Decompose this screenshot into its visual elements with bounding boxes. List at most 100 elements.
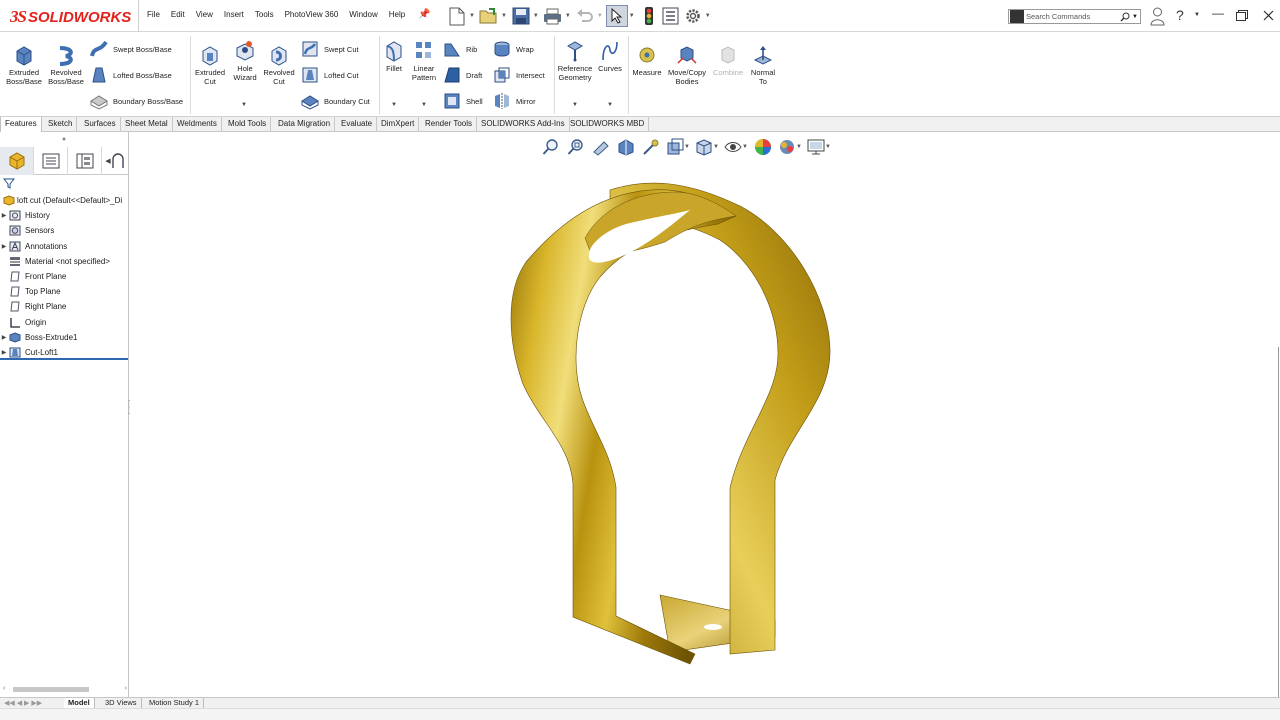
menu-file[interactable]: File — [147, 10, 160, 19]
lofted-cut-button[interactable]: Lofted Cut — [301, 66, 359, 84]
chevron-down-icon[interactable]: ▼ — [629, 13, 635, 19]
wrap-button[interactable]: Wrap — [493, 40, 534, 58]
chevron-down-icon[interactable]: ▼ — [391, 102, 397, 108]
configuration-manager-tab[interactable] — [68, 147, 102, 175]
chevron-down-icon[interactable]: ▼ — [533, 13, 539, 19]
scrollbar-thumb[interactable] — [13, 687, 89, 692]
rebuild-traffic-light-icon[interactable] — [638, 5, 660, 27]
open-folder-icon[interactable] — [478, 5, 500, 27]
close-icon[interactable] — [1263, 10, 1274, 21]
menu-edit[interactable]: Edit — [171, 10, 185, 19]
chevron-down-icon[interactable]: ▼ — [1132, 14, 1138, 20]
menu-photoview[interactable]: PhotoView 360 — [285, 10, 339, 19]
tree-item-material[interactable]: Material <not specified> — [0, 254, 128, 269]
curves-button[interactable]: Curves — [596, 40, 624, 73]
move-copy-bodies-button[interactable]: Move/Copy Bodies — [665, 44, 709, 86]
tab-scroll-arrows-icon[interactable]: ◀◀ ◀ ▶ ▶▶ — [4, 699, 42, 707]
file-properties-icon[interactable] — [660, 5, 682, 27]
measure-button[interactable]: Measure — [630, 44, 664, 77]
tab-mold-tools[interactable]: Mold Tools — [224, 117, 272, 132]
tree-item-annotations[interactable]: ▶ Annotations — [0, 239, 128, 254]
chevron-down-icon[interactable]: ▼ — [607, 102, 613, 108]
tab-dimxpert[interactable]: DimXpert — [377, 117, 420, 132]
chevron-down-icon[interactable]: ▼ — [501, 13, 507, 19]
magnifier-icon[interactable] — [1120, 12, 1130, 22]
mirror-button[interactable]: Mirror — [493, 92, 536, 110]
draft-button[interactable]: Draft — [443, 66, 482, 84]
normal-to-button[interactable]: Normal To — [747, 44, 779, 86]
extruded-cut-button[interactable]: Extruded Cut — [193, 44, 227, 86]
expand-arrow-icon[interactable]: ▶ — [0, 349, 8, 356]
tab-weldments[interactable]: Weldments — [173, 117, 222, 132]
search-commands-input[interactable]: Search Commands ▼ — [1008, 9, 1141, 24]
swept-cut-button[interactable]: Swept Cut — [301, 40, 359, 58]
fillet-button[interactable]: Fillet — [382, 40, 406, 73]
select-cursor-icon[interactable] — [605, 5, 628, 27]
new-document-icon[interactable] — [446, 5, 468, 27]
lofted-boss-button[interactable]: Lofted Boss/Base — [90, 66, 172, 84]
pin-icon[interactable]: 📌 — [418, 9, 430, 20]
tab-data-migration[interactable]: Data Migration — [274, 117, 336, 132]
swept-boss-button[interactable]: Swept Boss/Base — [90, 40, 172, 58]
expand-arrow-icon[interactable]: ▶ — [0, 334, 8, 341]
chevron-down-icon[interactable]: ▼ — [565, 13, 571, 19]
user-account-icon[interactable] — [1150, 6, 1165, 26]
lightbulb-bracket-model[interactable] — [130, 132, 1278, 697]
tab-evaluate[interactable]: Evaluate — [337, 117, 378, 132]
menu-view[interactable]: View — [196, 10, 213, 19]
tab-sketch[interactable]: Sketch — [44, 117, 78, 132]
boundary-boss-button[interactable]: Boundary Boss/Base — [90, 92, 183, 110]
tree-root-part[interactable]: loft cut (Default<<Default>_Di — [0, 193, 128, 208]
expand-arrow-icon[interactable]: ▶ — [0, 243, 8, 250]
revolved-cut-button[interactable]: Revolved Cut — [262, 44, 296, 86]
tab-surfaces[interactable]: Surfaces — [80, 117, 121, 132]
intersect-button[interactable]: Intersect — [493, 66, 545, 84]
dimxpert-manager-tab[interactable]: ◀ — [102, 147, 128, 175]
shell-button[interactable]: Shell — [443, 92, 483, 110]
undo-icon[interactable] — [574, 5, 596, 27]
save-icon[interactable] — [510, 5, 532, 27]
tab-solidworks-mbd[interactable]: SOLIDWORKS MBD — [566, 117, 650, 132]
tab-3d-views[interactable]: 3D Views — [101, 698, 142, 708]
chevron-right-icon[interactable]: › — [125, 685, 127, 692]
rib-button[interactable]: Rib — [443, 40, 477, 58]
chevron-down-icon[interactable]: ▼ — [705, 13, 711, 19]
graphics-area[interactable]: ▼ ▼ ▼ ▼ ▼ — [130, 132, 1280, 697]
solidworks-logo[interactable]: 3S SOLIDWORKS — [10, 6, 131, 28]
chevron-down-icon[interactable]: ▼ — [421, 102, 427, 108]
tree-item-front-plane[interactable]: Front Plane — [0, 269, 128, 284]
tab-render-tools[interactable]: Render Tools — [421, 117, 477, 132]
revolved-boss-button[interactable]: Revolved Boss/Base — [46, 44, 86, 86]
tab-sheet-metal[interactable]: Sheet Metal — [121, 117, 173, 132]
menu-insert[interactable]: Insert — [224, 10, 244, 19]
chevron-down-icon[interactable]: ▼ — [469, 13, 475, 19]
tree-item-history[interactable]: ▶ History — [0, 208, 128, 223]
menu-window[interactable]: Window — [349, 10, 377, 19]
print-icon[interactable] — [542, 5, 564, 27]
expand-arrow-icon[interactable]: ▶ — [0, 212, 8, 219]
menu-help[interactable]: Help — [389, 10, 405, 19]
filter-icon[interactable] — [3, 178, 15, 189]
property-manager-tab[interactable] — [34, 147, 68, 175]
splitter-handle-icon[interactable] — [61, 136, 67, 142]
reference-geometry-button[interactable]: Reference Geometry — [556, 40, 594, 82]
tree-item-sensors[interactable]: Sensors — [0, 223, 128, 238]
tab-motion-study-1[interactable]: Motion Study 1 — [145, 698, 205, 708]
menu-tools[interactable]: Tools — [255, 10, 274, 19]
restore-icon[interactable] — [1236, 10, 1248, 21]
linear-pattern-button[interactable]: Linear Pattern — [408, 40, 440, 82]
tab-features[interactable]: Features — [0, 117, 42, 132]
rollback-bar[interactable] — [0, 358, 128, 360]
panel-horizontal-scrollbar[interactable]: ‹ › — [3, 685, 127, 694]
tree-item-origin[interactable]: Origin — [0, 315, 128, 330]
options-gear-icon[interactable] — [682, 5, 704, 27]
tree-item-top-plane[interactable]: Top Plane — [0, 284, 128, 299]
hole-wizard-button[interactable]: Hole Wizard — [228, 40, 262, 82]
chevron-down-icon[interactable]: ▼ — [597, 13, 603, 19]
tree-item-right-plane[interactable]: Right Plane — [0, 299, 128, 314]
extruded-boss-button[interactable]: Extruded Boss/Base — [4, 44, 44, 86]
tab-model[interactable]: Model — [64, 698, 95, 708]
tab-solidworks-add-ins[interactable]: SOLIDWORKS Add-Ins — [477, 117, 570, 132]
feature-manager-tab[interactable] — [0, 147, 34, 175]
chevron-down-icon[interactable]: ▼ — [241, 102, 247, 108]
